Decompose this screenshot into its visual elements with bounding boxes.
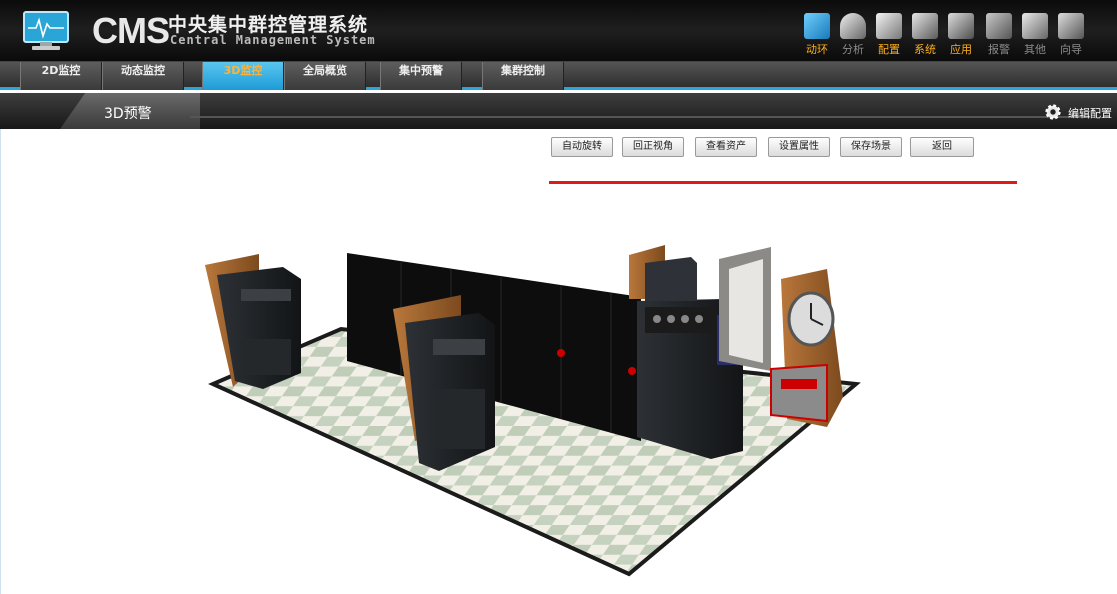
top-nav-other[interactable]: 其他	[1018, 13, 1052, 59]
grid-window-panel	[719, 247, 771, 371]
logo-cms: CMS	[92, 10, 170, 51]
alarm-icon	[986, 13, 1012, 39]
top-nav-wizard[interactable]: 向导	[1054, 13, 1088, 59]
tab-2d-monitor[interactable]: 2D监控	[20, 62, 102, 90]
logo-english-title: Central Management System	[170, 33, 376, 47]
tab-global-overview[interactable]: 全局概览	[284, 62, 366, 90]
monitor-icon	[804, 13, 830, 39]
app-icon	[948, 13, 974, 39]
top-nav-alarm[interactable]: 报警	[982, 13, 1016, 59]
analysis-icon	[840, 13, 866, 39]
config-icon	[876, 13, 902, 39]
page-title: 3D预警	[104, 106, 152, 122]
wizard-icon	[1058, 13, 1084, 39]
app-window: CMS 中央集中群控管理系统 Central Management System…	[0, 0, 1117, 594]
alarm-panel[interactable]	[770, 363, 828, 423]
other-icon	[1022, 13, 1048, 39]
tab-central-warning[interactable]: 集中预警	[380, 62, 462, 90]
tab-dynamic-monitor[interactable]: 动态监控	[102, 62, 184, 90]
sub-header-bar: 3D预警 编辑配置	[0, 93, 1117, 129]
header: CMS 中央集中群控管理系统 Central Management System…	[0, 0, 1117, 62]
3d-scene[interactable]	[1, 129, 1117, 594]
center-ac-unit[interactable]	[405, 313, 495, 471]
tab-3d-monitor[interactable]: 3D监控	[202, 62, 284, 90]
divider	[190, 116, 1090, 118]
back-small-cabinet[interactable]	[645, 257, 697, 301]
edit-config-link[interactable]: 编辑配置	[1068, 105, 1112, 121]
top-nav-monitor[interactable]: 动环	[800, 13, 834, 59]
gear-icon[interactable]	[1044, 103, 1062, 121]
monitor-logo-icon	[23, 11, 69, 50]
3d-viewport[interactable]: 自动旋转 回正视角 查看资产 设置属性 保存场景 返回	[0, 129, 1117, 594]
top-nav-application[interactable]: 应用	[944, 13, 978, 59]
tab-cluster-control[interactable]: 集群控制	[482, 62, 564, 90]
system-icon	[912, 13, 938, 39]
top-nav-analysis[interactable]: 分析	[836, 13, 870, 59]
main-tab-bar: 2D监控 动态监控 3D监控 全局概览 集中预警 集群控制	[0, 62, 1117, 90]
top-nav-system[interactable]: 系统	[908, 13, 942, 59]
top-nav-config[interactable]: 配置	[872, 13, 906, 59]
